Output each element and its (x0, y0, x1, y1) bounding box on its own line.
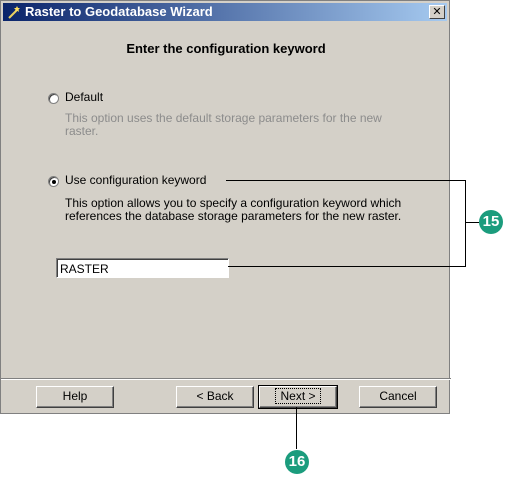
default-option-label[interactable]: Default (65, 90, 103, 104)
wizard-window: Raster to Geodatabase Wizard ✕ Enter the… (0, 0, 451, 414)
callout-15-line-top (226, 180, 466, 181)
step-16-badge: 16 (285, 450, 309, 474)
close-icon: ✕ (432, 6, 442, 18)
use-keyword-option-description: This option allows you to specify a conf… (65, 196, 402, 223)
default-option-description: This option uses the default storage par… (65, 111, 382, 138)
back-button[interactable]: < Back (176, 386, 254, 408)
page-heading: Enter the configuration keyword (126, 41, 326, 56)
callout-15-bracket (465, 180, 466, 267)
title-bar[interactable]: Raster to Geodatabase Wizard ✕ (3, 3, 447, 21)
configuration-keyword-input[interactable]: RASTER (56, 258, 229, 278)
use-keyword-option-label[interactable]: Use configuration keyword (65, 173, 206, 187)
cancel-button[interactable]: Cancel (359, 386, 437, 408)
close-button[interactable]: ✕ (429, 5, 445, 19)
button-separator (1, 378, 451, 380)
next-button-label: Next > (275, 388, 321, 404)
default-radio[interactable] (48, 93, 59, 104)
help-button[interactable]: Help (36, 386, 114, 408)
use-keyword-radio[interactable] (48, 176, 59, 187)
callout-15-line-bottom (228, 266, 466, 267)
callout-15-connector (465, 222, 479, 223)
step-15-badge: 15 (479, 210, 503, 234)
window-title: Raster to Geodatabase Wizard (25, 4, 213, 19)
callout-16-line (296, 407, 297, 449)
wizard-icon (8, 6, 20, 19)
next-button[interactable]: Next > (258, 385, 338, 409)
